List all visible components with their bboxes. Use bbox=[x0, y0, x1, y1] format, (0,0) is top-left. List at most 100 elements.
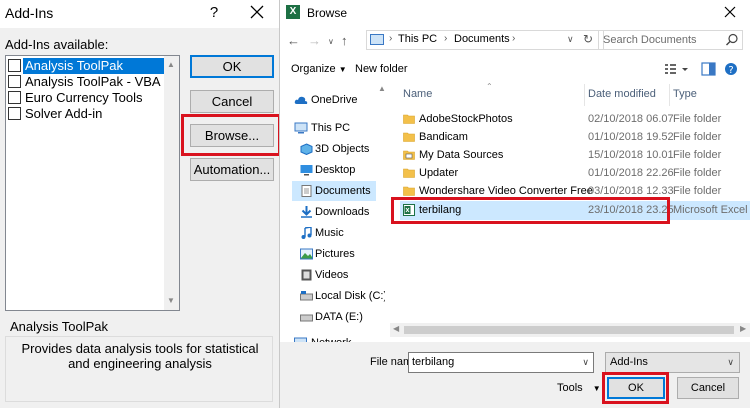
nav-item-this-pc[interactable]: This PC bbox=[280, 118, 380, 138]
addin-checkbox[interactable] bbox=[8, 91, 21, 104]
file-row[interactable]: My Data Sources 15/10/2018 10.01 File fo… bbox=[400, 146, 750, 165]
cube-icon bbox=[300, 143, 313, 155]
nav-label: Videos bbox=[315, 269, 349, 281]
nav-scrollbar[interactable]: ▲ bbox=[376, 82, 385, 342]
up-arrow-icon[interactable]: ↑ bbox=[341, 33, 348, 48]
addins-scrollbar[interactable]: ▲ ▼ bbox=[164, 56, 179, 310]
address-dropdown-icon[interactable]: ∨ bbox=[567, 34, 574, 45]
file-type: File folder bbox=[673, 185, 722, 197]
chevron-down-icon[interactable]: ∨ bbox=[582, 357, 589, 368]
column-divider[interactable] bbox=[584, 84, 585, 106]
file-date: 02/10/2018 06.07 bbox=[588, 113, 674, 125]
desktop-icon bbox=[300, 164, 313, 176]
scroll-right-icon[interactable]: ▶ bbox=[740, 324, 746, 333]
file-name: Updater bbox=[419, 167, 459, 179]
nav-label: This PC bbox=[311, 122, 351, 134]
close-icon[interactable] bbox=[249, 4, 265, 20]
nav-item-3d-objects[interactable]: 3D Objects bbox=[280, 139, 380, 159]
file-name-input[interactable]: terbilang ∨ bbox=[408, 352, 594, 373]
file-row[interactable]: Bandicam 01/10/2018 19.52 File folder bbox=[400, 128, 750, 147]
file-type: File folder bbox=[673, 113, 722, 125]
addin-item-analysis-toolpak[interactable]: Analysis ToolPak bbox=[8, 58, 165, 74]
organize-label: Organize bbox=[291, 63, 336, 75]
file-name-value: terbilang bbox=[412, 356, 455, 368]
tools-menu[interactable]: Tools ▼ bbox=[557, 382, 601, 394]
column-header-name[interactable]: Name bbox=[403, 88, 432, 100]
nav-item-music[interactable]: Music bbox=[280, 223, 380, 243]
file-row[interactable]: AdobeStockPhotos 02/10/2018 06.07 File f… bbox=[400, 110, 750, 129]
nav-item-pictures[interactable]: Pictures bbox=[280, 244, 380, 264]
nav-item-documents[interactable]: Documents bbox=[292, 181, 376, 201]
addin-checkbox[interactable] bbox=[8, 75, 21, 88]
browse-cancel-button[interactable]: Cancel bbox=[677, 377, 739, 399]
nav-item-local-disk-c[interactable]: Local Disk (C:) bbox=[280, 286, 385, 306]
addins-listbox[interactable]: Analysis ToolPak Analysis ToolPak - VBA … bbox=[5, 55, 180, 311]
file-type: File folder bbox=[673, 131, 722, 143]
addin-item-euro-currency-tools[interactable]: Euro Currency Tools bbox=[8, 90, 165, 106]
file-name: AdobeStockPhotos bbox=[419, 113, 513, 125]
column-divider[interactable] bbox=[669, 84, 670, 106]
file-list-hscrollbar[interactable]: ◀ ▶ bbox=[390, 323, 750, 337]
scroll-thumb[interactable] bbox=[404, 326, 734, 334]
addins-ok-button[interactable]: OK bbox=[190, 55, 274, 78]
view-options[interactable]: ? bbox=[665, 61, 745, 77]
automation-button[interactable]: Automation... bbox=[190, 158, 274, 181]
breadcrumb-chevron-icon[interactable]: › bbox=[444, 33, 447, 44]
folder-icon bbox=[403, 113, 415, 125]
back-arrow-icon[interactable]: ← bbox=[287, 33, 300, 48]
addin-label: Solver Add-in bbox=[25, 106, 103, 121]
nav-item-desktop[interactable]: Desktop bbox=[280, 160, 380, 180]
addins-available-label: Add-Ins available: bbox=[5, 37, 109, 52]
addin-item-analysis-toolpak-vba[interactable]: Analysis ToolPak - VBA bbox=[8, 74, 165, 90]
file-type: File folder bbox=[673, 149, 722, 161]
video-icon bbox=[300, 269, 313, 281]
help-button[interactable]: ? bbox=[207, 4, 221, 21]
scroll-up-icon[interactable]: ▲ bbox=[167, 60, 175, 69]
nav-item-videos[interactable]: Videos bbox=[280, 265, 380, 285]
search-icon[interactable] bbox=[725, 33, 739, 47]
close-icon[interactable] bbox=[723, 5, 737, 19]
breadcrumb-chevron-icon[interactable]: › bbox=[389, 33, 392, 44]
view-list-icon bbox=[665, 64, 676, 74]
file-date: 01/10/2018 22.26 bbox=[588, 167, 674, 179]
recent-dropdown-icon[interactable]: ∨ bbox=[328, 37, 334, 46]
computer-icon bbox=[294, 122, 308, 134]
browse-title: Browse bbox=[307, 6, 348, 20]
addin-checkbox[interactable] bbox=[8, 107, 21, 120]
breadcrumb-this-pc[interactable]: This PC bbox=[398, 33, 437, 45]
address-bar[interactable]: › This PC › Documents › ∨ ↻ bbox=[366, 30, 604, 50]
addins-title: Add-Ins bbox=[5, 5, 54, 21]
documents-icon bbox=[300, 185, 313, 197]
addins-cancel-button[interactable]: Cancel bbox=[190, 90, 274, 113]
column-header-date[interactable]: Date modified bbox=[588, 88, 656, 100]
new-folder-button[interactable]: New folder bbox=[355, 63, 408, 75]
file-type: Microsoft Excel A... bbox=[673, 204, 750, 216]
forward-arrow-icon[interactable]: → bbox=[308, 33, 321, 48]
file-type-select[interactable]: Add-Ins ∨ bbox=[605, 352, 740, 373]
tools-label: Tools bbox=[557, 382, 583, 394]
addin-checkbox[interactable] bbox=[8, 59, 21, 72]
breadcrumb-documents[interactable]: Documents bbox=[454, 33, 510, 45]
chevron-down-icon: ▼ bbox=[592, 384, 601, 393]
addin-item-solver[interactable]: Solver Add-in bbox=[8, 106, 165, 122]
nav-item-data-e[interactable]: DATA (E:) bbox=[280, 307, 380, 327]
download-icon bbox=[300, 206, 313, 218]
refresh-icon[interactable]: ↻ bbox=[583, 32, 593, 46]
nav-label: Documents bbox=[315, 185, 371, 197]
breadcrumb-chevron-icon[interactable]: › bbox=[512, 33, 515, 44]
scroll-up-icon[interactable]: ▲ bbox=[378, 84, 385, 93]
scroll-left-icon[interactable]: ◀ bbox=[393, 324, 399, 333]
nav-item-network[interactable]: Network bbox=[280, 333, 380, 342]
scroll-down-icon[interactable]: ▼ bbox=[167, 296, 175, 305]
nav-label: OneDrive bbox=[311, 94, 358, 106]
nav-item-downloads[interactable]: Downloads bbox=[280, 202, 380, 222]
nav-item-onedrive[interactable]: OneDrive bbox=[280, 90, 380, 110]
column-header-type[interactable]: Type bbox=[673, 88, 697, 100]
description-box: Provides data analysis tools for statist… bbox=[5, 336, 273, 402]
addins-titlebar: Add-Ins ? bbox=[0, 0, 286, 28]
organize-menu[interactable]: Organize ▼ bbox=[291, 63, 347, 75]
nav-label: Network bbox=[311, 333, 351, 342]
navigation-pane[interactable]: OneDrive This PC 3D Objects Desktop Docu… bbox=[280, 82, 385, 342]
search-box[interactable]: Search Documents bbox=[598, 30, 743, 50]
file-row[interactable]: Updater 01/10/2018 22.26 File folder bbox=[400, 164, 750, 183]
